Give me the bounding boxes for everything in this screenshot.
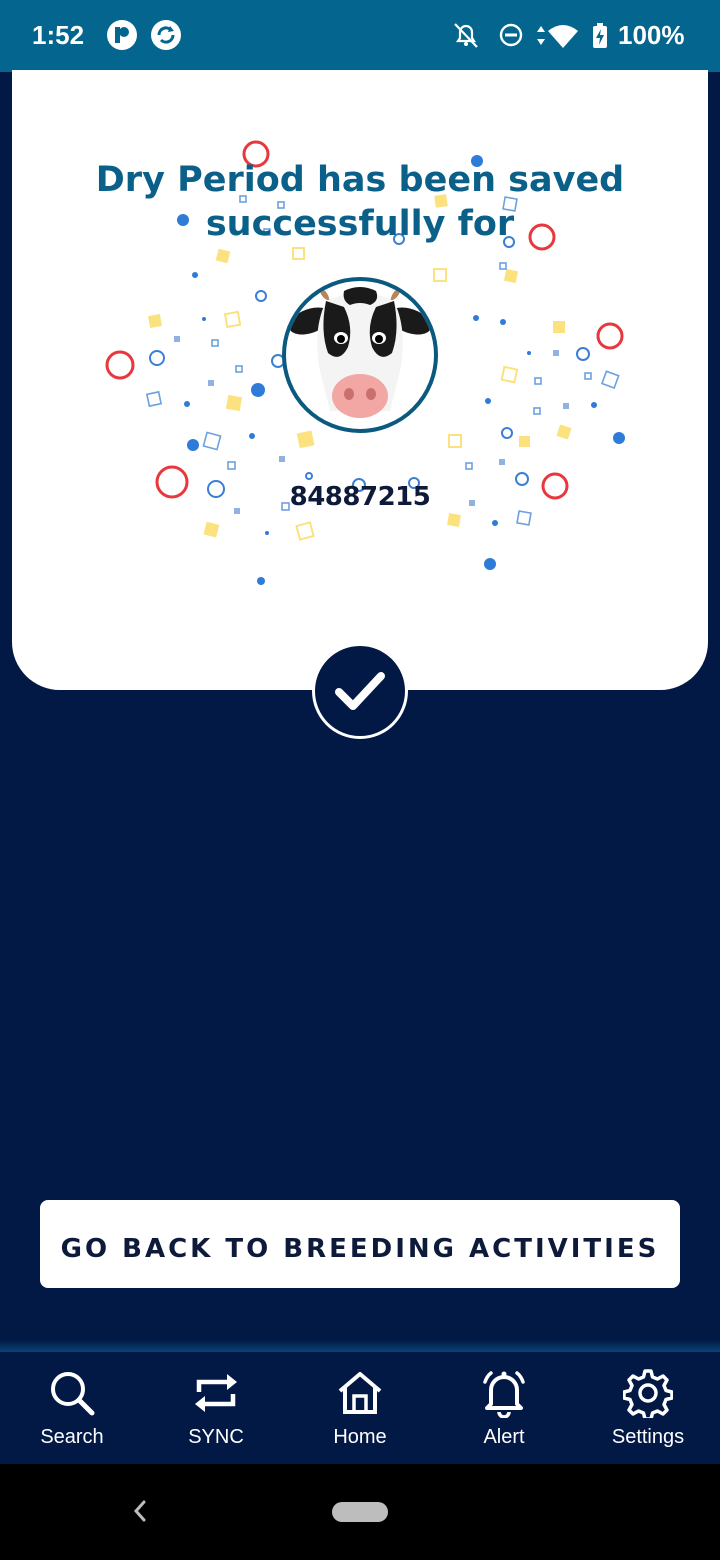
success-title: Dry Period has been saved successfully f… <box>95 160 625 244</box>
do-not-disturb-icon <box>499 23 523 47</box>
svg-text:5: 5 <box>572 39 578 50</box>
nav-label: Search <box>40 1426 104 1448</box>
status-bar: 1:52 5 100% <box>0 0 720 72</box>
system-home-pill[interactable] <box>332 1502 388 1522</box>
app-sync-notification-icon <box>151 20 181 50</box>
nav-label: Home <box>333 1426 387 1448</box>
status-system-icons: 5 <box>454 23 607 50</box>
nav-label: Settings <box>611 1426 685 1448</box>
checkmark-icon <box>335 672 385 710</box>
bottom-navigation: Search SYNC Home Alert Settings <box>0 1352 720 1464</box>
success-check-badge <box>312 643 408 739</box>
sync-icon <box>195 1374 237 1412</box>
home-icon <box>338 1372 382 1414</box>
nav-label: Alert <box>483 1426 525 1448</box>
nav-sync[interactable]: SYNC <box>144 1352 288 1464</box>
nav-label: SYNC <box>188 1426 244 1448</box>
battery-percentage: 100% <box>618 20 685 50</box>
back-chevron-icon[interactable] <box>128 1496 152 1526</box>
nav-settings[interactable]: Settings <box>576 1352 720 1464</box>
status-time: 1:52 <box>32 20 85 50</box>
nav-alert[interactable]: Alert <box>432 1352 576 1464</box>
nav-home[interactable]: Home <box>288 1352 432 1464</box>
cow-avatar <box>282 277 438 433</box>
gear-icon <box>623 1369 673 1418</box>
bell-icon <box>483 1371 525 1418</box>
animal-id: 84887215 <box>289 482 431 512</box>
app-notification-icon <box>107 20 137 50</box>
cow-face-icon <box>288 287 432 418</box>
go-back-to-breeding-activities-button[interactable]: GO BACK TO BREEDING ACTIVITIES <box>40 1200 680 1288</box>
search-icon <box>51 1372 95 1416</box>
bell-off-icon <box>454 23 478 48</box>
battery-charging-icon <box>593 23 607 48</box>
success-card: Dry Period has been saved successfully f… <box>12 70 708 690</box>
nav-search[interactable]: Search <box>0 1352 144 1464</box>
